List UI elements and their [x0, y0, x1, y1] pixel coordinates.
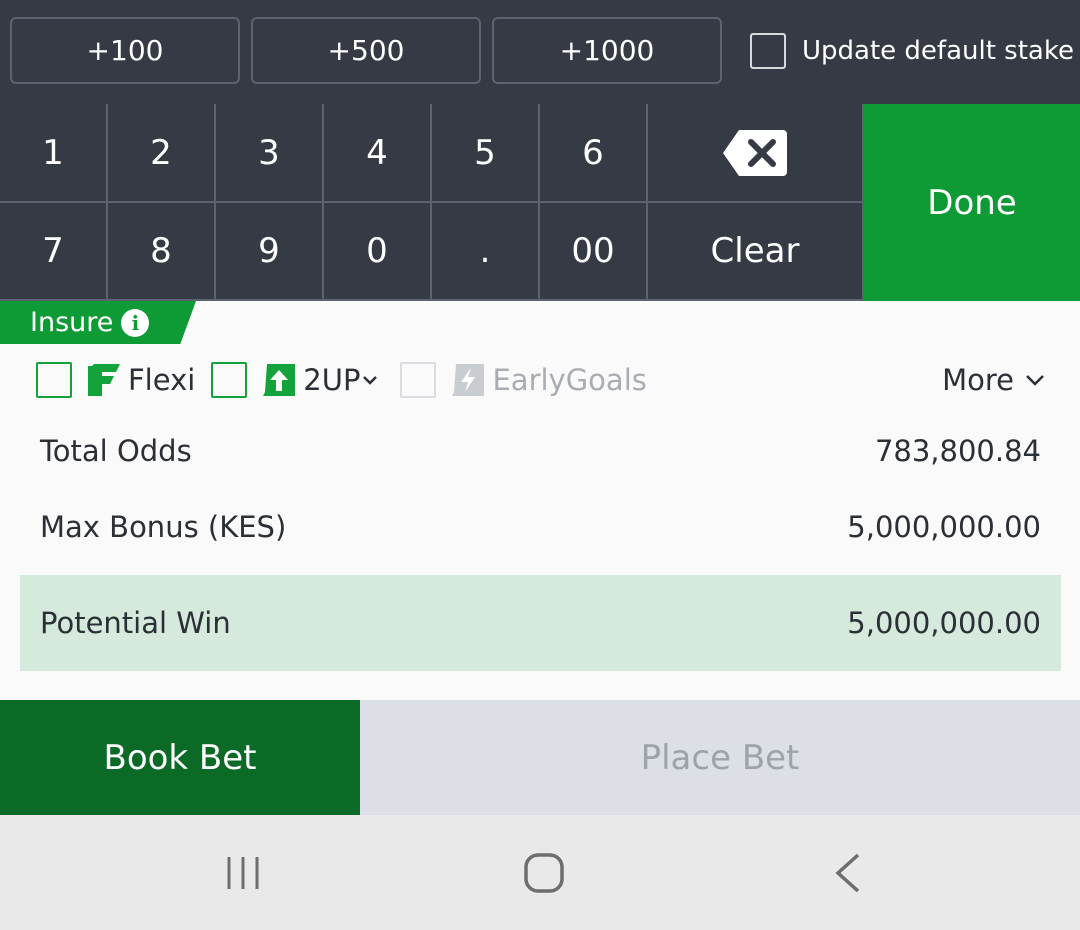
- flexi-label: Flexi: [128, 363, 196, 397]
- key-6[interactable]: 6: [540, 104, 648, 203]
- key-4[interactable]: 4: [324, 104, 432, 203]
- info-icon[interactable]: i: [121, 308, 150, 337]
- insure-label: Insure: [30, 307, 114, 338]
- update-default-stake-checkbox[interactable]: [750, 33, 786, 69]
- twoup-arrow-icon: [263, 364, 296, 396]
- update-default-stake-label: Update default stake: [802, 36, 1074, 66]
- flexi-checkbox[interactable]: [36, 362, 72, 398]
- update-default-stake-toggle[interactable]: Update default stake: [750, 33, 1074, 69]
- system-navigation-bar: [0, 815, 1080, 930]
- book-bet-button[interactable]: Book Bet: [0, 700, 360, 815]
- back-button[interactable]: [788, 815, 908, 930]
- max-bonus-label: Max Bonus (KES): [40, 510, 287, 544]
- stake-plus-500-button[interactable]: +500: [251, 17, 481, 84]
- key-5[interactable]: 5: [432, 104, 540, 203]
- chevron-down-icon: [1026, 375, 1044, 386]
- earlygoals-label: EarlyGoals: [492, 363, 647, 397]
- key-decimal[interactable]: .: [432, 203, 540, 301]
- backspace-icon: [723, 129, 787, 176]
- backspace-key[interactable]: [648, 104, 864, 203]
- potential-win-value: 5,000,000.00: [847, 606, 1041, 640]
- home-button[interactable]: [484, 815, 604, 930]
- max-bonus-row: Max Bonus (KES) 5,000,000.00: [20, 489, 1061, 565]
- place-bet-button[interactable]: Place Bet: [360, 700, 1080, 815]
- total-odds-value: 783,800.84: [874, 434, 1041, 468]
- key-1[interactable]: 1: [0, 104, 108, 203]
- potential-win-row: Potential Win 5,000,000.00: [20, 575, 1061, 671]
- twoup-label: 2UP: [303, 363, 361, 397]
- stake-plus-1000-button[interactable]: +1000: [492, 17, 722, 84]
- numeric-keypad: 1 2 3 4 5 6 7 8 9 0 . 00 Clear Done: [0, 104, 1080, 301]
- bet-options: Flexi 2UP EarlyGoals: [36, 362, 663, 398]
- max-bonus-value: 5,000,000.00: [847, 510, 1041, 544]
- more-options-toggle[interactable]: More: [942, 362, 1046, 398]
- earlygoals-bolt-icon: [452, 364, 485, 396]
- key-7[interactable]: 7: [0, 203, 108, 301]
- home-icon: [524, 852, 564, 893]
- twoup-checkbox[interactable]: [211, 362, 248, 398]
- key-0[interactable]: 0: [324, 203, 432, 301]
- total-odds-label: Total Odds: [40, 434, 192, 468]
- stake-plus-100-button[interactable]: +100: [10, 17, 240, 84]
- betslip-summary-panel: Insure i Flexi 2UP EarlyGoals More Total…: [0, 301, 1080, 700]
- more-label: More: [942, 363, 1014, 397]
- key-3[interactable]: 3: [216, 104, 324, 203]
- done-button[interactable]: Done: [864, 104, 1080, 301]
- clear-key[interactable]: Clear: [648, 203, 864, 301]
- chevron-down-icon[interactable]: [362, 374, 378, 386]
- recent-apps-button[interactable]: [183, 815, 303, 930]
- insure-tab[interactable]: Insure i: [0, 301, 196, 344]
- recent-apps-icon: [227, 856, 259, 889]
- back-icon: [835, 853, 860, 892]
- flexi-logo-icon: [88, 364, 120, 396]
- quick-stake-bar: +100 +500 +1000 Update default stake: [0, 0, 1080, 104]
- earlygoals-checkbox[interactable]: [400, 362, 437, 398]
- key-9[interactable]: 9: [216, 203, 324, 301]
- potential-win-label: Potential Win: [40, 606, 231, 640]
- key-double-zero[interactable]: 00: [540, 203, 648, 301]
- total-odds-row: Total Odds 783,800.84: [20, 413, 1061, 489]
- key-8[interactable]: 8: [108, 203, 216, 301]
- key-2[interactable]: 2: [108, 104, 216, 203]
